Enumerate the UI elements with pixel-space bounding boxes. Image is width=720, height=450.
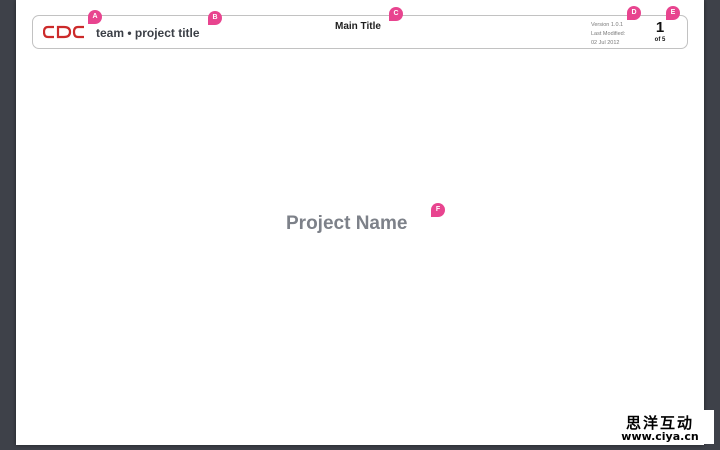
annotation-marker-b: B [208,11,222,25]
annotation-marker-d: D [627,6,641,20]
last-modified-date: 02 Jul 2012 [591,40,620,46]
cdc-logo-icon [43,25,84,39]
version-info: Version 1.0.1 Last Modified: 02 Jul 2012 [591,21,625,48]
page-header: team • project title Main Title Version … [32,15,688,49]
annotation-marker-f: F [431,203,445,217]
annotation-marker-c: C [389,7,403,21]
annotation-marker-a: A [88,10,102,24]
watermark: 思洋互动 www.ciya.cn [606,410,714,444]
project-name: Project Name [286,213,408,234]
main-title: Main Title [335,21,381,32]
last-modified-label: Last Modified: [591,31,626,37]
annotation-marker-e: E [666,6,680,20]
page-total: of 5 [654,37,666,43]
version-label: Version 1.0.1 [591,22,624,28]
team-project-title: team • project title [96,26,200,40]
wireframe-sheet: team • project title Main Title Version … [16,0,704,445]
page-number: 1 [655,19,665,36]
watermark-url: www.ciya.cn [621,430,699,443]
